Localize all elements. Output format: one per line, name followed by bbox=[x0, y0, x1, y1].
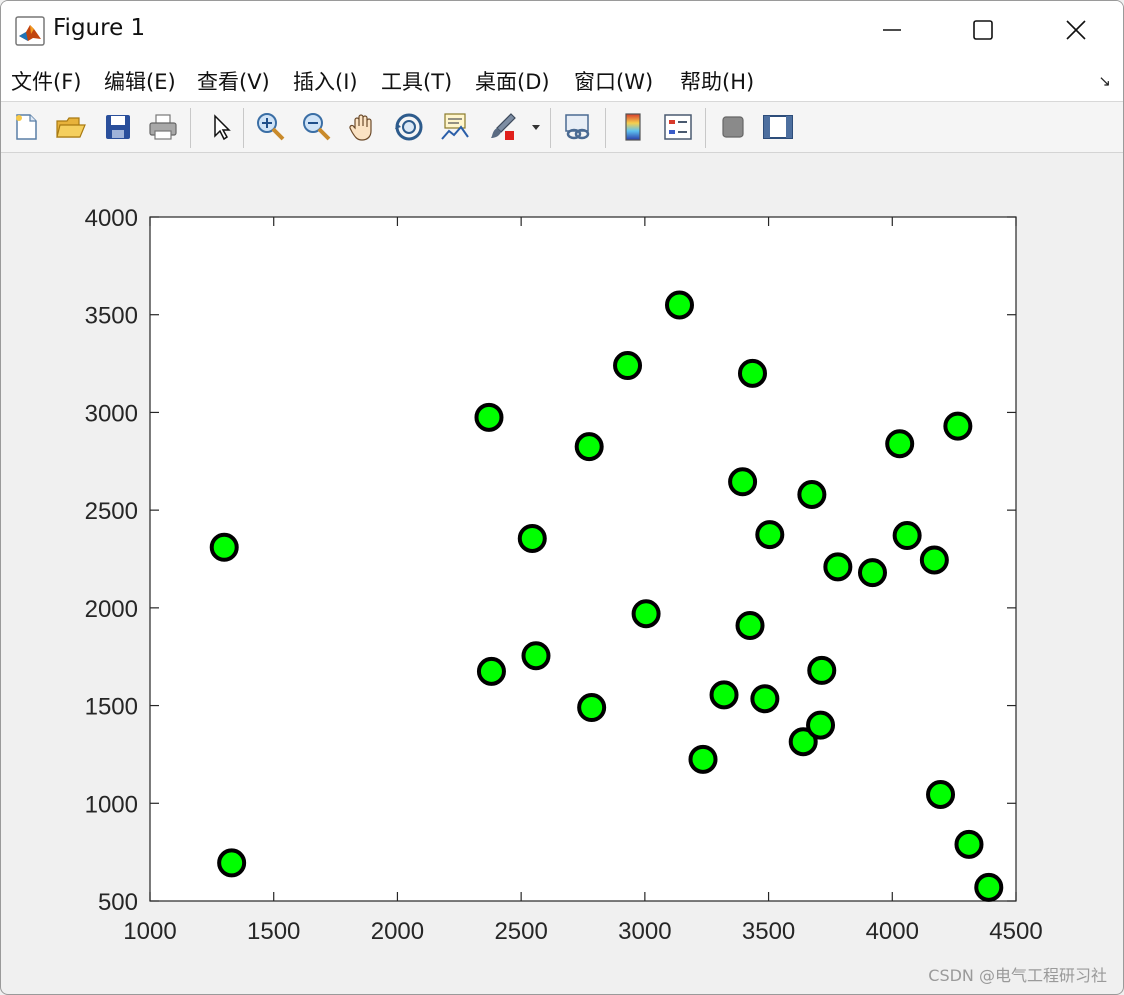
x-tick-label: 4500 bbox=[989, 918, 1042, 945]
y-tick-label: 3000 bbox=[85, 400, 138, 427]
y-tick-label: 1000 bbox=[85, 791, 138, 818]
data-point bbox=[664, 290, 694, 320]
watermark: CSDN @电气工程研习社 bbox=[928, 966, 1107, 985]
y-tick-label: 2500 bbox=[85, 498, 138, 525]
data-point bbox=[797, 480, 827, 510]
data-point bbox=[735, 610, 765, 640]
figure-window: Figure 1 文件(F) 编辑(E) 查看(V) 插入(I) 工具(T) 桌… bbox=[0, 0, 1124, 995]
data-point bbox=[709, 680, 739, 710]
y-tick-label: 3500 bbox=[85, 303, 138, 330]
data-point bbox=[217, 848, 247, 878]
data-point bbox=[954, 829, 984, 859]
data-point bbox=[613, 351, 643, 381]
data-point bbox=[574, 432, 604, 462]
x-tick-label: 3000 bbox=[618, 918, 671, 945]
x-tick-label: 2000 bbox=[371, 918, 424, 945]
data-point bbox=[926, 779, 956, 809]
x-tick-label: 1500 bbox=[247, 918, 300, 945]
x-tick-label: 3500 bbox=[742, 918, 795, 945]
data-point bbox=[885, 429, 915, 459]
x-tick-label: 1000 bbox=[123, 918, 176, 945]
data-point bbox=[517, 523, 547, 553]
x-tick-label: 2500 bbox=[494, 918, 547, 945]
data-point bbox=[737, 358, 767, 388]
data-point bbox=[919, 545, 949, 575]
data-point bbox=[728, 467, 758, 497]
x-tick-label: 4000 bbox=[866, 918, 919, 945]
data-point bbox=[857, 558, 887, 588]
data-point bbox=[807, 655, 837, 685]
data-point bbox=[974, 872, 1004, 902]
scatter-plot: 1000 1500 2000 2500 3000 3500 4000 450050010001… bbox=[85, 205, 1043, 945]
data-point bbox=[750, 684, 780, 714]
data-point bbox=[209, 532, 239, 562]
data-point bbox=[577, 693, 607, 723]
y-tick-label: 1500 bbox=[85, 694, 138, 721]
data-point bbox=[892, 521, 922, 551]
y-tick-label: 500 bbox=[98, 889, 138, 916]
data-point bbox=[521, 641, 551, 671]
y-tick-label: 4000 bbox=[85, 205, 138, 232]
data-point bbox=[823, 552, 853, 582]
y-tick-label: 2000 bbox=[85, 596, 138, 623]
data-point bbox=[755, 520, 785, 550]
data-point bbox=[476, 656, 506, 686]
axes-box bbox=[149, 216, 1017, 902]
data-point bbox=[631, 599, 661, 629]
data-point bbox=[806, 710, 836, 740]
data-point bbox=[688, 744, 718, 774]
data-point bbox=[943, 411, 973, 441]
data-point bbox=[474, 402, 504, 432]
